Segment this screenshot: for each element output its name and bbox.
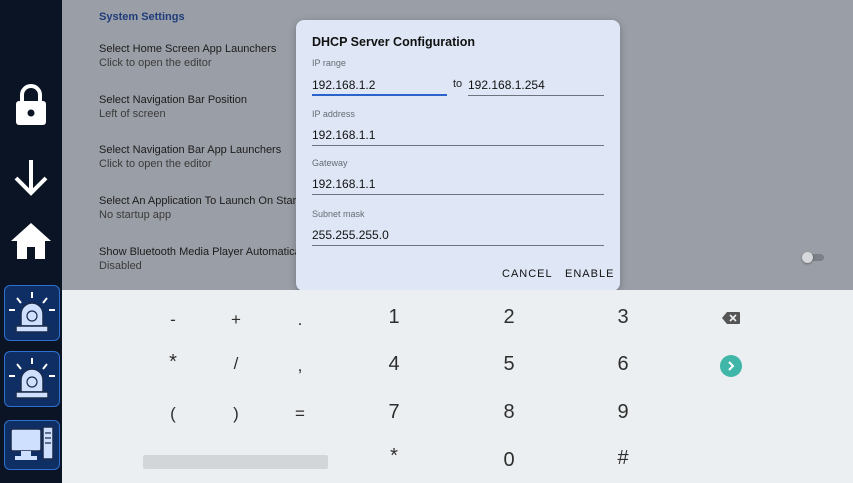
ip-range-start-field[interactable]: 192.168.1.2	[312, 76, 447, 96]
setting-startup-application[interactable]: Select An Application To Launch On Start…	[99, 195, 312, 221]
spacebar-key[interactable]	[143, 455, 328, 469]
key-7[interactable]: 7	[374, 401, 414, 424]
setting-title: Select Navigation Bar App Launchers	[99, 144, 282, 156]
go-arrow-icon	[720, 355, 742, 377]
key-3[interactable]: 3	[603, 306, 643, 329]
setting-title: Select An Application To Launch On Start…	[99, 195, 312, 207]
ip-address-field[interactable]: 192.168.1.1	[312, 126, 604, 146]
section-title: System Settings	[99, 11, 185, 23]
navigation-sidebar	[0, 0, 62, 483]
go-key[interactable]	[711, 355, 751, 382]
key-period[interactable]: .	[280, 310, 320, 330]
ip-range-end-field[interactable]: 192.168.1.254	[468, 76, 604, 96]
key-1[interactable]: 1	[374, 306, 414, 329]
key-8[interactable]: 8	[489, 401, 529, 424]
key-asterisk[interactable]: *	[374, 445, 414, 468]
key-open-paren[interactable]: (	[153, 404, 193, 424]
key-slash[interactable]: /	[216, 354, 256, 374]
setting-subtitle: Left of screen	[99, 108, 166, 120]
key-comma[interactable]: ,	[280, 356, 320, 376]
computer-icon[interactable]	[4, 420, 60, 470]
lock-icon[interactable]	[4, 77, 58, 131]
gateway-label: Gateway	[312, 158, 348, 168]
setting-title: Show Bluetooth Media Player Automaticall…	[99, 246, 312, 258]
subnet-mask-field[interactable]: 255.255.255.0	[312, 226, 604, 246]
setting-home-screen-launchers[interactable]: Select Home Screen App Launchers Click t…	[99, 43, 276, 69]
ip-address-label: IP address	[312, 109, 355, 119]
dhcp-config-dialog: DHCP Server Configuration IP range 192.1…	[296, 20, 620, 291]
bluetooth-media-toggle[interactable]	[802, 252, 824, 263]
gateway-field[interactable]: 192.168.1.1	[312, 175, 604, 195]
setting-title: Select Home Screen App Launchers	[99, 43, 277, 55]
setting-navigation-bar-launchers[interactable]: Select Navigation Bar App Launchers Clic…	[99, 144, 281, 170]
setting-bluetooth-media-player[interactable]: Show Bluetooth Media Player Automaticall…	[99, 246, 311, 272]
setting-subtitle: No startup app	[99, 209, 172, 221]
key-9[interactable]: 9	[603, 401, 643, 424]
key-minus[interactable]: -	[153, 310, 193, 330]
numeric-keyboard: - + . 1 2 3 * / , 4 5 6 ( ) = 7 8 9 * 0 …	[62, 290, 853, 483]
enable-button[interactable]: ENABLE	[565, 268, 614, 280]
ip-range-label: IP range	[312, 58, 346, 68]
key-5[interactable]: 5	[489, 353, 529, 376]
key-equals[interactable]: =	[280, 404, 320, 424]
alarm-light-icon[interactable]	[4, 351, 60, 407]
key-2[interactable]: 2	[489, 306, 529, 329]
key-hash[interactable]: #	[603, 447, 643, 470]
setting-subtitle: Disabled	[99, 260, 142, 272]
key-4[interactable]: 4	[374, 353, 414, 376]
dialog-title: DHCP Server Configuration	[312, 35, 475, 49]
setting-navigation-bar-position[interactable]: Select Navigation Bar Position Left of s…	[99, 94, 247, 120]
key-close-paren[interactable]: )	[216, 404, 256, 424]
setting-title: Select Navigation Bar Position	[99, 94, 247, 106]
subnet-mask-label: Subnet mask	[312, 209, 365, 219]
toggle-knob	[802, 252, 813, 263]
key-plus[interactable]: +	[216, 310, 256, 330]
arrow-down-icon[interactable]	[4, 150, 58, 204]
home-icon[interactable]	[4, 214, 58, 268]
key-6[interactable]: 6	[603, 353, 643, 376]
setting-subtitle: Click to open the editor	[99, 158, 212, 170]
to-label: to	[453, 78, 463, 90]
setting-subtitle: Click to open the editor	[99, 57, 212, 69]
alarm-light-icon[interactable]	[4, 285, 60, 341]
key-asterisk[interactable]: *	[153, 351, 193, 374]
backspace-key[interactable]	[711, 309, 751, 329]
backspace-icon	[722, 312, 740, 324]
key-0[interactable]: 0	[489, 449, 529, 472]
cancel-button[interactable]: CANCEL	[502, 268, 553, 280]
